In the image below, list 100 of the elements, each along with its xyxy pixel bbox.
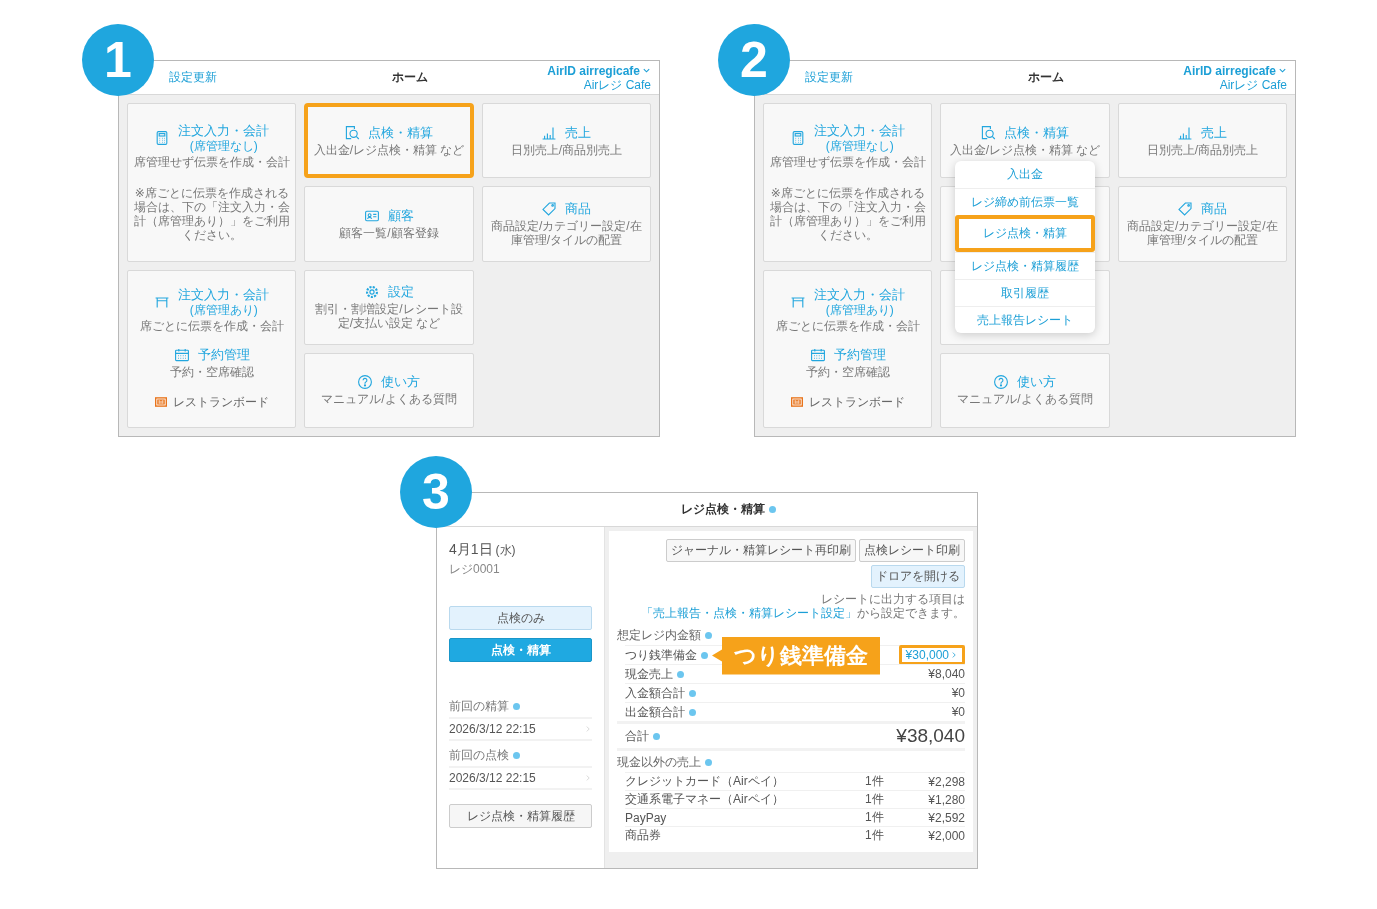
tile-caption: 席管理せず伝票を作成・会計 xyxy=(769,154,926,169)
section-label: 現金以外の売上 xyxy=(617,754,701,771)
tile-title: 点検・精算 xyxy=(368,124,434,141)
payment-amount: ¥2,592 xyxy=(927,810,965,825)
update-link[interactable]: 設定更新 xyxy=(805,69,853,86)
tag-icon xyxy=(1177,200,1194,217)
menu-tile[interactable]: 商品 商品設定/カテゴリー設定/在庫管理/タイルの配置 xyxy=(481,186,651,262)
tile-caption: 予約・空席確認 xyxy=(805,365,890,380)
board-icon xyxy=(154,397,167,408)
tile-subtitle: (席管理あり) xyxy=(189,302,258,317)
amount-link[interactable]: ¥30,000 xyxy=(898,645,965,665)
tile-caption: 予約・空席確認 xyxy=(169,365,254,380)
tile-caption: 割引・割増設定/レシート設定/支払い設定 など xyxy=(314,302,464,331)
store-name: Airレジ Cafe xyxy=(1219,77,1287,92)
update-link[interactable]: 設定更新 xyxy=(169,69,217,86)
section-label: 想定レジ内金額 xyxy=(617,627,701,644)
menu-tile[interactable]: 設定 割引・割増設定/レシート設定/支払い設定 など xyxy=(304,269,474,345)
search-icon xyxy=(344,124,361,141)
payment-count: 1件 xyxy=(865,827,885,844)
tile-caption: 商品設定/カテゴリー設定/在庫管理/タイルの配置 xyxy=(490,218,643,247)
menu-item[interactable]: レジ点検・精算 xyxy=(955,215,1095,252)
tile-footer-link[interactable]: レストランボード xyxy=(172,393,269,411)
bar-chart-icon xyxy=(541,124,558,141)
tile-note: ※席ごとに伝票を作成される場合は、下の「注文入力・会計（席管理あり）」をご利用ください。 xyxy=(768,185,927,242)
payment-amount: ¥1,280 xyxy=(927,792,965,807)
screen-title: レジ点検・精算 xyxy=(680,501,765,518)
menu-tile[interactable]: 注文入力・会計 (席管理あり) 席ごとに伝票を作成・会計 予約管理 予約・空席確認 レストランボード xyxy=(127,269,297,428)
account-menu[interactable]: AirID airregicafe xyxy=(547,63,651,78)
payment-amount: ¥2,298 xyxy=(927,774,965,789)
register-id: レジ0001 xyxy=(449,561,501,578)
tile-title: 予約管理 xyxy=(197,347,250,364)
check-only-button[interactable]: 点検のみ xyxy=(449,606,592,630)
tile-caption: 顧客一覧/顧客登録 xyxy=(339,225,439,240)
total-amount: ¥38,040 xyxy=(896,725,965,747)
row-label: 現金売上 xyxy=(625,665,673,683)
screen-title: ホーム xyxy=(392,69,428,86)
menu-tile[interactable]: 注文入力・会計 (席管理なし) 席管理せず伝票を作成・会計 ※席ごとに伝票を作成される場合は、下の「注文入力・会計（席管理あり）」をご利用ください。 xyxy=(127,103,297,262)
tile-caption: 日別売上/商品別売上 xyxy=(510,142,622,157)
callout-label: つり銭準備金 xyxy=(712,636,880,675)
tile-title: 商品 xyxy=(565,200,592,217)
history-row[interactable]: 2026/3/12 22:15 xyxy=(449,766,592,790)
history-row[interactable]: 2026/3/12 22:15 xyxy=(449,717,592,741)
tile-caption: 入出金/レジ点検・精算 など xyxy=(949,142,1101,157)
menu-tile[interactable]: 顧客 顧客一覧/顧客登録 xyxy=(304,186,474,262)
print-button[interactable]: ドロアを開ける xyxy=(871,565,965,588)
tile-subtitle: (席管理なし) xyxy=(825,138,894,153)
history-label: 前回の点検 xyxy=(449,747,509,764)
history-label: 前回の精算 xyxy=(449,698,509,715)
tile-caption: 入出金/レジ点検・精算 など xyxy=(313,142,465,157)
menu-item[interactable]: レジ点検・精算履歴 xyxy=(955,252,1095,279)
payment-count: 1件 xyxy=(865,773,885,790)
menu-tile[interactable]: 使い方 マニュアル/よくある質問 xyxy=(940,352,1110,428)
tile-title: 設定 xyxy=(388,284,414,301)
tile-title: 売上 xyxy=(565,124,592,141)
chevron-right-icon xyxy=(584,774,592,782)
tile-footer-link[interactable]: レストランボード xyxy=(808,393,905,411)
step-badge: 2 xyxy=(718,24,790,96)
menu-item[interactable]: レジ締め前伝票一覧 xyxy=(955,188,1095,215)
tile-caption: 席ごとに伝票を作成・会計 xyxy=(139,318,284,333)
menu-tile[interactable]: 点検・精算 入出金/レジ点検・精算 など xyxy=(304,103,474,179)
history-button[interactable]: レジ点検・精算履歴 xyxy=(449,804,592,828)
tile-caption: 商品設定/カテゴリー設定/在庫管理/タイルの配置 xyxy=(1126,218,1279,247)
print-button[interactable]: 点検レシート印刷 xyxy=(859,539,965,562)
tile-title: 注文入力・会計 xyxy=(178,122,270,139)
tile-title: 注文入力・会計 xyxy=(814,286,906,303)
tile-title: 注文入力・会計 xyxy=(814,122,906,139)
screen-title: ホーム xyxy=(1028,69,1064,86)
tile-title: 注文入力・会計 xyxy=(178,286,270,303)
menu-tile[interactable]: 商品 商品設定/カテゴリー設定/在庫管理/タイルの配置 xyxy=(1117,186,1287,262)
board-icon xyxy=(790,397,803,408)
menu-tile[interactable]: 売上 日別売上/商品別売上 xyxy=(1117,103,1287,179)
settings-link[interactable]: 「売上報告・点検・精算レシート設定」 xyxy=(641,606,857,620)
weekday-text: (水) xyxy=(495,542,516,559)
tile-caption: 日別売上/商品別売上 xyxy=(1146,142,1258,157)
account-menu[interactable]: AirID airregicafe xyxy=(1183,63,1287,78)
step-badge: 1 xyxy=(82,24,154,96)
payment-method: 商品券 xyxy=(625,827,662,844)
chevron-down-icon xyxy=(642,66,651,75)
bar-chart-icon xyxy=(1177,124,1194,141)
menu-tile[interactable]: 注文入力・会計 (席管理なし) 席管理せず伝票を作成・会計 ※席ごとに伝票を作成される場合は、下の「注文入力・会計（席管理あり）」をご利用ください。 xyxy=(763,103,933,262)
amount: ¥0 xyxy=(951,686,965,700)
tile-title: 予約管理 xyxy=(833,347,886,364)
menu-tile[interactable]: 売上 日別売上/商品別売上 xyxy=(481,103,651,179)
tile-title: 売上 xyxy=(1201,124,1228,141)
search-icon xyxy=(980,124,997,141)
amount: ¥0 xyxy=(951,705,965,719)
tile-caption: 席管理せず伝票を作成・会計 xyxy=(133,154,290,169)
menu-item[interactable]: 取引履歴 xyxy=(955,279,1095,306)
payment-method: クレジットカード（Airペイ） xyxy=(625,773,785,790)
menu-tile[interactable]: 使い方 マニュアル/よくある質問 xyxy=(304,352,474,428)
tile-title: 使い方 xyxy=(1017,374,1057,391)
menu-item[interactable]: 売上報告レシート xyxy=(955,306,1095,333)
tile-subtitle: (席管理あり) xyxy=(825,302,894,317)
chevron-right-icon xyxy=(950,651,958,659)
print-button[interactable]: ジャーナル・精算レシート再印刷 xyxy=(666,539,856,562)
payment-count: 1件 xyxy=(865,791,885,808)
step-badge: 3 xyxy=(400,456,472,528)
tag-icon xyxy=(541,200,558,217)
menu-tile[interactable]: 注文入力・会計 (席管理あり) 席ごとに伝票を作成・会計 予約管理 予約・空席確認 レストランボード xyxy=(763,269,933,428)
check-settle-button[interactable]: 点検・精算 xyxy=(449,638,592,662)
